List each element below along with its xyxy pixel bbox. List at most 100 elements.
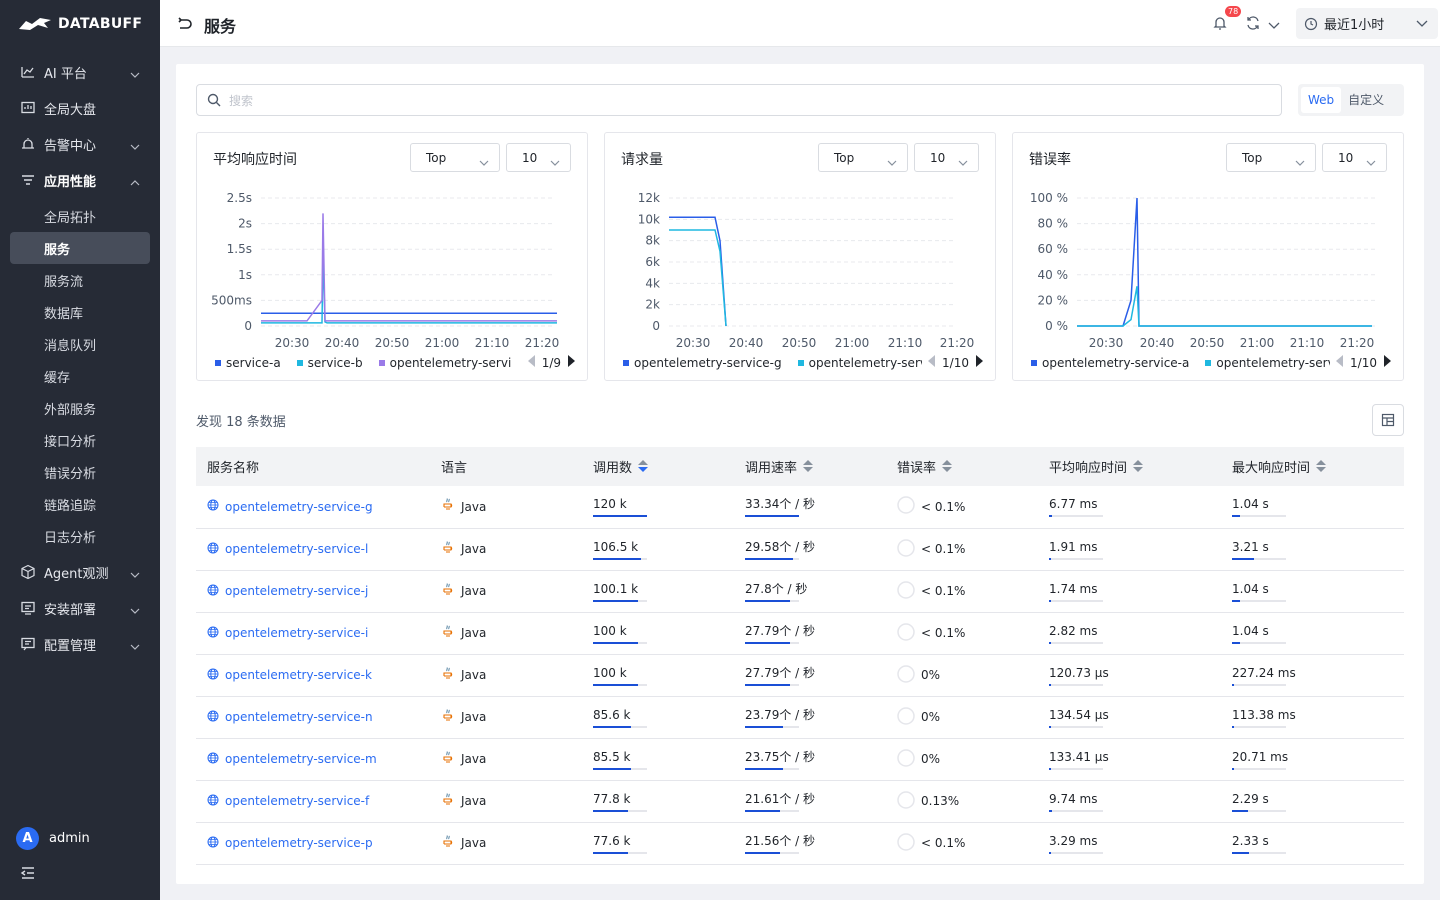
series-line-0[interactable]: [1077, 197, 1372, 327]
count-select[interactable]: 10: [1322, 143, 1387, 172]
service-link[interactable]: opentelemetry-service-m: [207, 752, 430, 767]
top-select[interactable]: Top: [410, 143, 500, 172]
column-header-5[interactable]: 平均响应时间: [1038, 447, 1221, 486]
legend-item[interactable]: opentelemetry-servi: [797, 356, 930, 370]
user-name: admin: [49, 831, 90, 846]
sidebar-item-2[interactable]: 告警中心: [0, 128, 160, 160]
metric-value: 100 k: [593, 665, 627, 680]
series-line-1[interactable]: [669, 229, 727, 327]
next-page-icon[interactable]: [975, 355, 983, 370]
x-tick-label: 21:10: [1290, 336, 1325, 350]
prev-page-icon[interactable]: [1336, 355, 1344, 370]
metric-bar-fill: [745, 683, 790, 686]
view-option-custom[interactable]: 自定义: [1341, 87, 1391, 113]
service-name: opentelemetry-service-i: [225, 626, 369, 640]
refresh-icon[interactable]: [1245, 15, 1261, 35]
metric-bar-fill: [593, 851, 628, 854]
metric-value: 120.73 μs: [1049, 665, 1109, 680]
back-icon[interactable]: [176, 16, 192, 36]
chart-legend: opentelemetry-service-a opentelemetry-ser…: [1031, 356, 1338, 370]
sort-icon[interactable]: [942, 460, 953, 476]
table-row[interactable]: opentelemetry-service-p Java 77.6 k 21.56个 …: [196, 822, 1404, 864]
column-settings-button[interactable]: [1372, 404, 1404, 436]
series-line-2[interactable]: [261, 213, 557, 322]
metric-bar: [745, 557, 799, 560]
time-range-picker[interactable]: 最近1小时: [1296, 8, 1438, 39]
legend-label: opentelemetry-service-a: [1042, 356, 1190, 370]
next-page-icon[interactable]: [1383, 355, 1391, 370]
sidebar-subitem-5[interactable]: 缓存: [10, 360, 150, 392]
service-link[interactable]: opentelemetry-service-i: [207, 626, 430, 641]
top-select[interactable]: Top: [818, 143, 908, 172]
legend-pager: 1/10: [922, 355, 983, 370]
service-link[interactable]: opentelemetry-service-f: [207, 794, 430, 809]
globe-icon: [207, 584, 219, 599]
table-row[interactable]: opentelemetry-service-k Java 100 k 27.79个 /…: [196, 654, 1404, 696]
legend-item[interactable]: service-b: [296, 356, 363, 370]
legend-item[interactable]: opentelemetry-servi: [378, 356, 511, 370]
legend-item[interactable]: service-a: [215, 356, 281, 370]
sidebar-item-6[interactable]: 配置管理: [0, 628, 160, 660]
metric-cell: 6.77 ms: [1049, 496, 1103, 518]
column-header-4[interactable]: 错误率: [886, 447, 1038, 486]
table-row[interactable]: opentelemetry-service-f Java 77.8 k 21.61个 …: [196, 780, 1404, 822]
service-link[interactable]: opentelemetry-service-p: [207, 836, 430, 851]
sidebar-item-5[interactable]: 安装部署: [0, 592, 160, 624]
x-tick-label: 20:40: [729, 336, 764, 350]
table-row[interactable]: opentelemetry-service-l Java 106.5 k 29.58个…: [196, 528, 1404, 570]
sidebar-subitem-2[interactable]: 服务流: [10, 264, 150, 296]
sidebar-item-0[interactable]: AI 平台: [0, 56, 160, 88]
sidebar-subitem-9[interactable]: 链路追踪: [10, 488, 150, 520]
series-line-1[interactable]: [1077, 286, 1372, 327]
user-menu[interactable]: A admin: [16, 827, 90, 850]
sidebar-subitem-6[interactable]: 外部服务: [10, 392, 150, 424]
sidebar-subitem-3[interactable]: 数据库: [10, 296, 150, 328]
chevron-down-icon: [130, 603, 140, 618]
sidebar-subitem-1[interactable]: 服务: [10, 232, 150, 264]
service-link[interactable]: opentelemetry-service-g: [207, 499, 430, 514]
legend-item[interactable]: opentelemetry-servi: [1205, 356, 1338, 370]
table-row[interactable]: opentelemetry-service-n Java 85.6 k 23.79个 …: [196, 696, 1404, 738]
sort-desc-active-icon[interactable]: [638, 460, 649, 476]
sidebar-subitem-0[interactable]: 全局拓扑: [10, 200, 150, 232]
table-row[interactable]: opentelemetry-service-m Java 85.5 k 23.75个 …: [196, 738, 1404, 780]
sort-icon[interactable]: [1316, 460, 1327, 476]
sidebar-subitem-8[interactable]: 错误分析: [10, 456, 150, 488]
service-link[interactable]: opentelemetry-service-j: [207, 584, 430, 599]
sort-icon[interactable]: [1133, 460, 1144, 476]
sort-icon[interactable]: [803, 460, 814, 476]
sidebar-item-1[interactable]: 全局大盘: [0, 92, 160, 124]
y-tick-label: 80 %: [1038, 217, 1069, 231]
column-header-2[interactable]: 调用数: [582, 447, 734, 486]
sidebar-subitem-7[interactable]: 接口分析: [10, 424, 150, 456]
bell-icon[interactable]: [1212, 15, 1228, 35]
logo[interactable]: DATABUFF: [18, 14, 142, 34]
chevron-down-icon[interactable]: [1268, 19, 1280, 34]
column-header-6[interactable]: 最大响应时间: [1221, 447, 1404, 486]
service-link[interactable]: opentelemetry-service-l: [207, 542, 430, 557]
top-select[interactable]: Top: [1226, 143, 1316, 172]
legend-item[interactable]: opentelemetry-service-g: [623, 356, 782, 370]
legend-item[interactable]: opentelemetry-service-a: [1031, 356, 1189, 370]
table-row[interactable]: opentelemetry-service-g Java 120 k 33.34个 /…: [196, 486, 1404, 528]
table-row[interactable]: opentelemetry-service-j Java 100.1 k 27.8个 …: [196, 570, 1404, 612]
table-row[interactable]: opentelemetry-service-i Java 100 k 27.79个 /…: [196, 612, 1404, 654]
collapse-sidebar-icon[interactable]: [20, 866, 36, 884]
sidebar-subitem-4[interactable]: 消息队列: [10, 328, 150, 360]
service-link[interactable]: opentelemetry-service-n: [207, 710, 430, 725]
sidebar-item-3[interactable]: 应用性能: [0, 164, 160, 196]
prev-page-icon[interactable]: [928, 355, 936, 370]
count-select[interactable]: 10: [506, 143, 571, 172]
search-input[interactable]: 搜索: [196, 84, 1282, 116]
column-header-3[interactable]: 调用速率: [734, 447, 886, 486]
service-link[interactable]: opentelemetry-service-k: [207, 668, 430, 683]
series-line-0[interactable]: [669, 216, 727, 327]
next-page-icon[interactable]: [567, 355, 575, 370]
metric-value: 85.5 k: [593, 749, 631, 764]
view-option-web[interactable]: Web: [1301, 87, 1342, 113]
sidebar-subitem-10[interactable]: 日志分析: [10, 520, 150, 552]
sidebar-item-4[interactable]: Agent观测: [0, 556, 160, 588]
prev-page-icon[interactable]: [527, 355, 536, 370]
x-tick-label: 20:40: [1140, 336, 1175, 350]
count-select[interactable]: 10: [914, 143, 979, 172]
